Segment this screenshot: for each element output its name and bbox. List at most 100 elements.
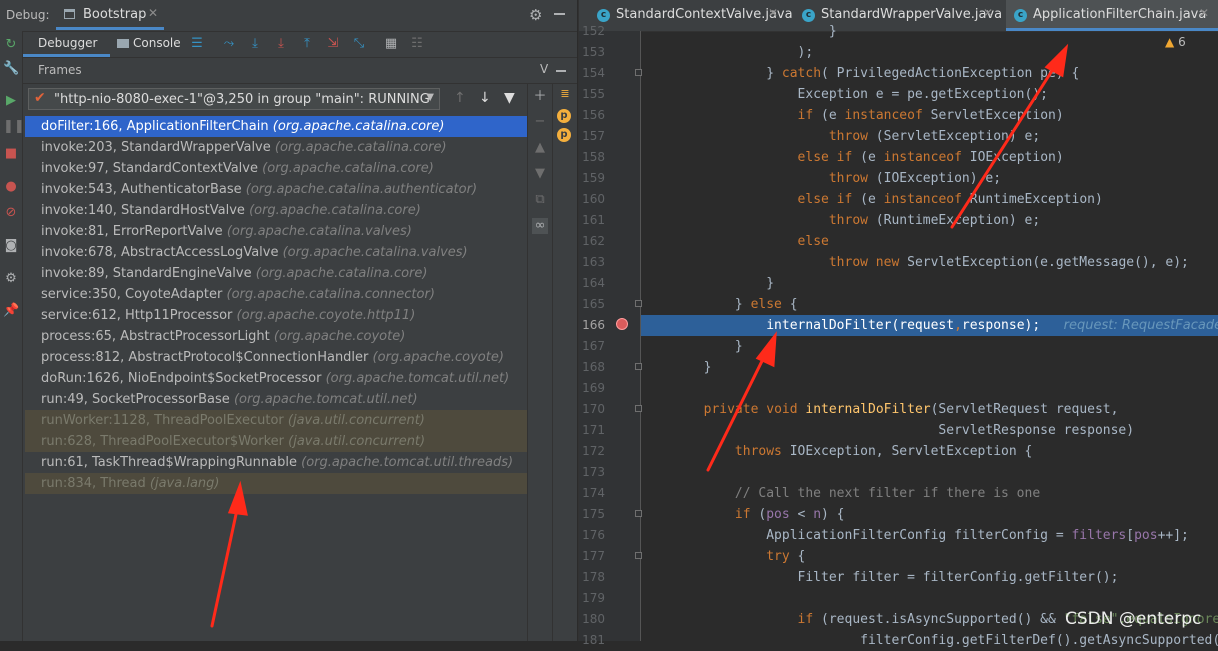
run-config-tab-bootstrap[interactable]: Bootstrap ✕ bbox=[56, 0, 164, 30]
tab-console[interactable]: Console bbox=[115, 31, 197, 57]
frame-row[interactable]: runWorker:1128, ThreadPoolExecutor (java… bbox=[25, 410, 527, 431]
code-line[interactable]: try { bbox=[641, 546, 1218, 567]
execution-line[interactable]: internalDoFilter(request,response); requ… bbox=[641, 315, 1218, 336]
frame-row[interactable]: invoke:203, StandardWrapperValve (org.ap… bbox=[25, 137, 527, 158]
pin-icon[interactable]: 📌 bbox=[3, 303, 19, 319]
frame-row[interactable]: process:65, AbstractProcessorLight (org.… bbox=[25, 326, 527, 347]
code-area[interactable]: } ); } catch( PrivilegedActionException … bbox=[641, 24, 1218, 648]
frame-row[interactable]: invoke:140, StandardHostValve (org.apach… bbox=[25, 200, 527, 221]
code-line[interactable]: throw (RuntimeException) e; bbox=[641, 210, 1218, 231]
mute-breakpoints-icon[interactable]: ⊘ bbox=[3, 205, 19, 221]
code-line[interactable]: if (e instanceof ServletException) bbox=[641, 105, 1218, 126]
frames-options-toggle[interactable]: V bbox=[540, 62, 548, 76]
frame-row[interactable]: run:628, ThreadPoolExecutor$Worker (java… bbox=[25, 431, 527, 452]
settings-icon[interactable]: ⚙ bbox=[3, 271, 19, 287]
code-line[interactable]: } else { bbox=[641, 294, 1218, 315]
resume-icon[interactable]: ▶ bbox=[3, 93, 19, 109]
frame-row[interactable]: run:61, TaskThread$WrappingRunnable (org… bbox=[25, 452, 527, 473]
view-breakpoints-icon[interactable]: ● bbox=[3, 179, 19, 195]
code-line[interactable]: else if (e instanceof IOException) bbox=[641, 147, 1218, 168]
arrow-up-icon[interactable]: ▲ bbox=[532, 140, 548, 156]
close-icon[interactable]: ✕ bbox=[983, 6, 993, 20]
line-gutter[interactable]: 152 153 154 155 156 157 158 159 160 161 … bbox=[579, 24, 642, 647]
stop-icon[interactable]: ■ bbox=[3, 146, 19, 162]
tab-debugger[interactable]: Debugger bbox=[23, 31, 110, 57]
code-line[interactable]: throws IOException, ServletException { bbox=[641, 441, 1218, 462]
step-into-icon[interactable]: ⤓ bbox=[273, 35, 289, 53]
frame-row[interactable]: invoke:543, AuthenticatorBase (org.apach… bbox=[25, 179, 527, 200]
run-to-cursor-icon[interactable]: ⤡ bbox=[351, 35, 367, 53]
frame-row[interactable]: run:49, SocketProcessorBase (org.apache.… bbox=[25, 389, 527, 410]
frame-method: invoke:543, AuthenticatorBase bbox=[41, 182, 242, 197]
code-line[interactable]: } bbox=[641, 357, 1218, 378]
field-badge-icon: p bbox=[557, 109, 571, 123]
camera-icon[interactable]: ◙ bbox=[3, 238, 19, 254]
step-out-icon[interactable]: ⤒ bbox=[299, 35, 315, 53]
tab-debugger-label: Debugger bbox=[38, 36, 98, 50]
minimize-icon[interactable] bbox=[554, 13, 565, 15]
frame-row[interactable]: invoke:89, StandardEngineValve (org.apac… bbox=[25, 263, 527, 284]
code-token: private void bbox=[703, 402, 798, 417]
code-line[interactable]: ApplicationFilterConfig filterConfig = f… bbox=[641, 525, 1218, 546]
frame-row[interactable]: service:612, Http11Processor (org.apache… bbox=[25, 305, 527, 326]
code-token: throw bbox=[828, 213, 868, 228]
frame-row[interactable]: process:812, AbstractProtocol$Connection… bbox=[25, 347, 527, 368]
code-token: ( PrivilegedActionException pe) { bbox=[821, 66, 1080, 81]
show-execution-point-icon[interactable]: ⤳ bbox=[221, 35, 237, 53]
frame-row[interactable]: run:834, Thread (java.lang) bbox=[25, 473, 527, 494]
arrow-down-icon[interactable]: ↓ bbox=[479, 90, 491, 106]
trace-icon[interactable]: ☷ bbox=[409, 35, 425, 53]
minus-icon[interactable]: − bbox=[532, 114, 548, 130]
frame-row[interactable]: invoke:81, ErrorReportValve (org.apache.… bbox=[25, 221, 527, 242]
arrow-up-icon[interactable]: ↑ bbox=[454, 90, 466, 106]
gear-icon[interactable]: ⚙ bbox=[529, 6, 542, 24]
code-line[interactable]: Exception e = pe.getException(); bbox=[641, 84, 1218, 105]
code-line[interactable]: if (pos < n) { bbox=[641, 504, 1218, 525]
frame-method: run:61, TaskThread$WrappingRunnable bbox=[41, 455, 297, 470]
code-line[interactable]: } bbox=[641, 336, 1218, 357]
code-line[interactable]: } bbox=[641, 21, 1218, 42]
code-line[interactable]: throw (IOException) e; bbox=[641, 168, 1218, 189]
minimize-icon[interactable] bbox=[556, 70, 566, 72]
inspection-widget[interactable]: ▲ 6 bbox=[1165, 35, 1186, 49]
breakpoint-icon[interactable] bbox=[616, 318, 628, 330]
code-line[interactable]: else if (e instanceof RuntimeException) bbox=[641, 189, 1218, 210]
code-line[interactable]: ServletResponse response) bbox=[641, 420, 1218, 441]
wrench-icon[interactable]: 🔧 bbox=[3, 61, 19, 77]
frames-list: doFilter:166, ApplicationFilterChain (or… bbox=[25, 116, 527, 496]
frame-row[interactable]: doRun:1626, NioEndpoint$SocketProcessor … bbox=[25, 368, 527, 389]
code-line[interactable]: else bbox=[641, 231, 1218, 252]
line-number: 174 bbox=[582, 486, 605, 500]
console-icon bbox=[117, 39, 129, 48]
code-line[interactable]: } catch( PrivilegedActionException pe) { bbox=[641, 63, 1218, 84]
code-line[interactable]: throw (ServletException) e; bbox=[641, 126, 1218, 147]
copy-icon[interactable]: ⧉ bbox=[532, 192, 548, 208]
code-line[interactable]: throw new ServletException(e.getMessage(… bbox=[641, 252, 1218, 273]
close-icon[interactable]: ✕ bbox=[768, 6, 778, 20]
rerun-icon[interactable]: ↻ bbox=[3, 37, 19, 53]
layout-icon[interactable]: ☰ bbox=[189, 35, 205, 53]
glasses-icon[interactable]: ∞ bbox=[532, 218, 548, 234]
evaluate-expression-icon[interactable]: ▦ bbox=[383, 35, 399, 53]
code-line[interactable]: Filter filter = filterConfig.getFilter()… bbox=[641, 567, 1218, 588]
frame-row[interactable]: doFilter:166, ApplicationFilterChain (or… bbox=[25, 116, 527, 137]
code-line[interactable]: } bbox=[641, 273, 1218, 294]
pause-icon[interactable]: ❚❚ bbox=[3, 119, 25, 135]
code-line[interactable]: ); bbox=[641, 42, 1218, 63]
code-line[interactable]: private void internalDoFilter(ServletReq… bbox=[641, 399, 1218, 420]
close-icon[interactable]: ✕ bbox=[148, 6, 158, 20]
frame-package: (org.apache.catalina.valves) bbox=[226, 224, 412, 239]
frame-row[interactable]: invoke:97, StandardContextValve (org.apa… bbox=[25, 158, 527, 179]
frame-row[interactable]: invoke:678, AbstractAccessLogValve (org.… bbox=[25, 242, 527, 263]
drop-frame-icon[interactable]: ⇲ bbox=[325, 35, 341, 53]
frame-row[interactable]: service:350, CoyoteAdapter (org.apache.c… bbox=[25, 284, 527, 305]
code-token: ApplicationFilterConfig filterConfig = bbox=[641, 528, 1072, 543]
plus-icon[interactable]: ＋ bbox=[532, 89, 548, 105]
filter-icon[interactable]: ▼ bbox=[504, 90, 515, 106]
thread-check-icon: ✔ bbox=[34, 90, 46, 106]
thread-selector[interactable]: ✔ "http-nio-8080-exec-1"@3,250 in group … bbox=[28, 88, 440, 110]
step-over-icon[interactable]: ⤓ bbox=[247, 35, 263, 53]
close-icon[interactable]: ✕ bbox=[1199, 6, 1209, 20]
code-line[interactable]: // Call the next filter if there is one bbox=[641, 483, 1218, 504]
arrow-down-icon[interactable]: ▼ bbox=[532, 166, 548, 182]
